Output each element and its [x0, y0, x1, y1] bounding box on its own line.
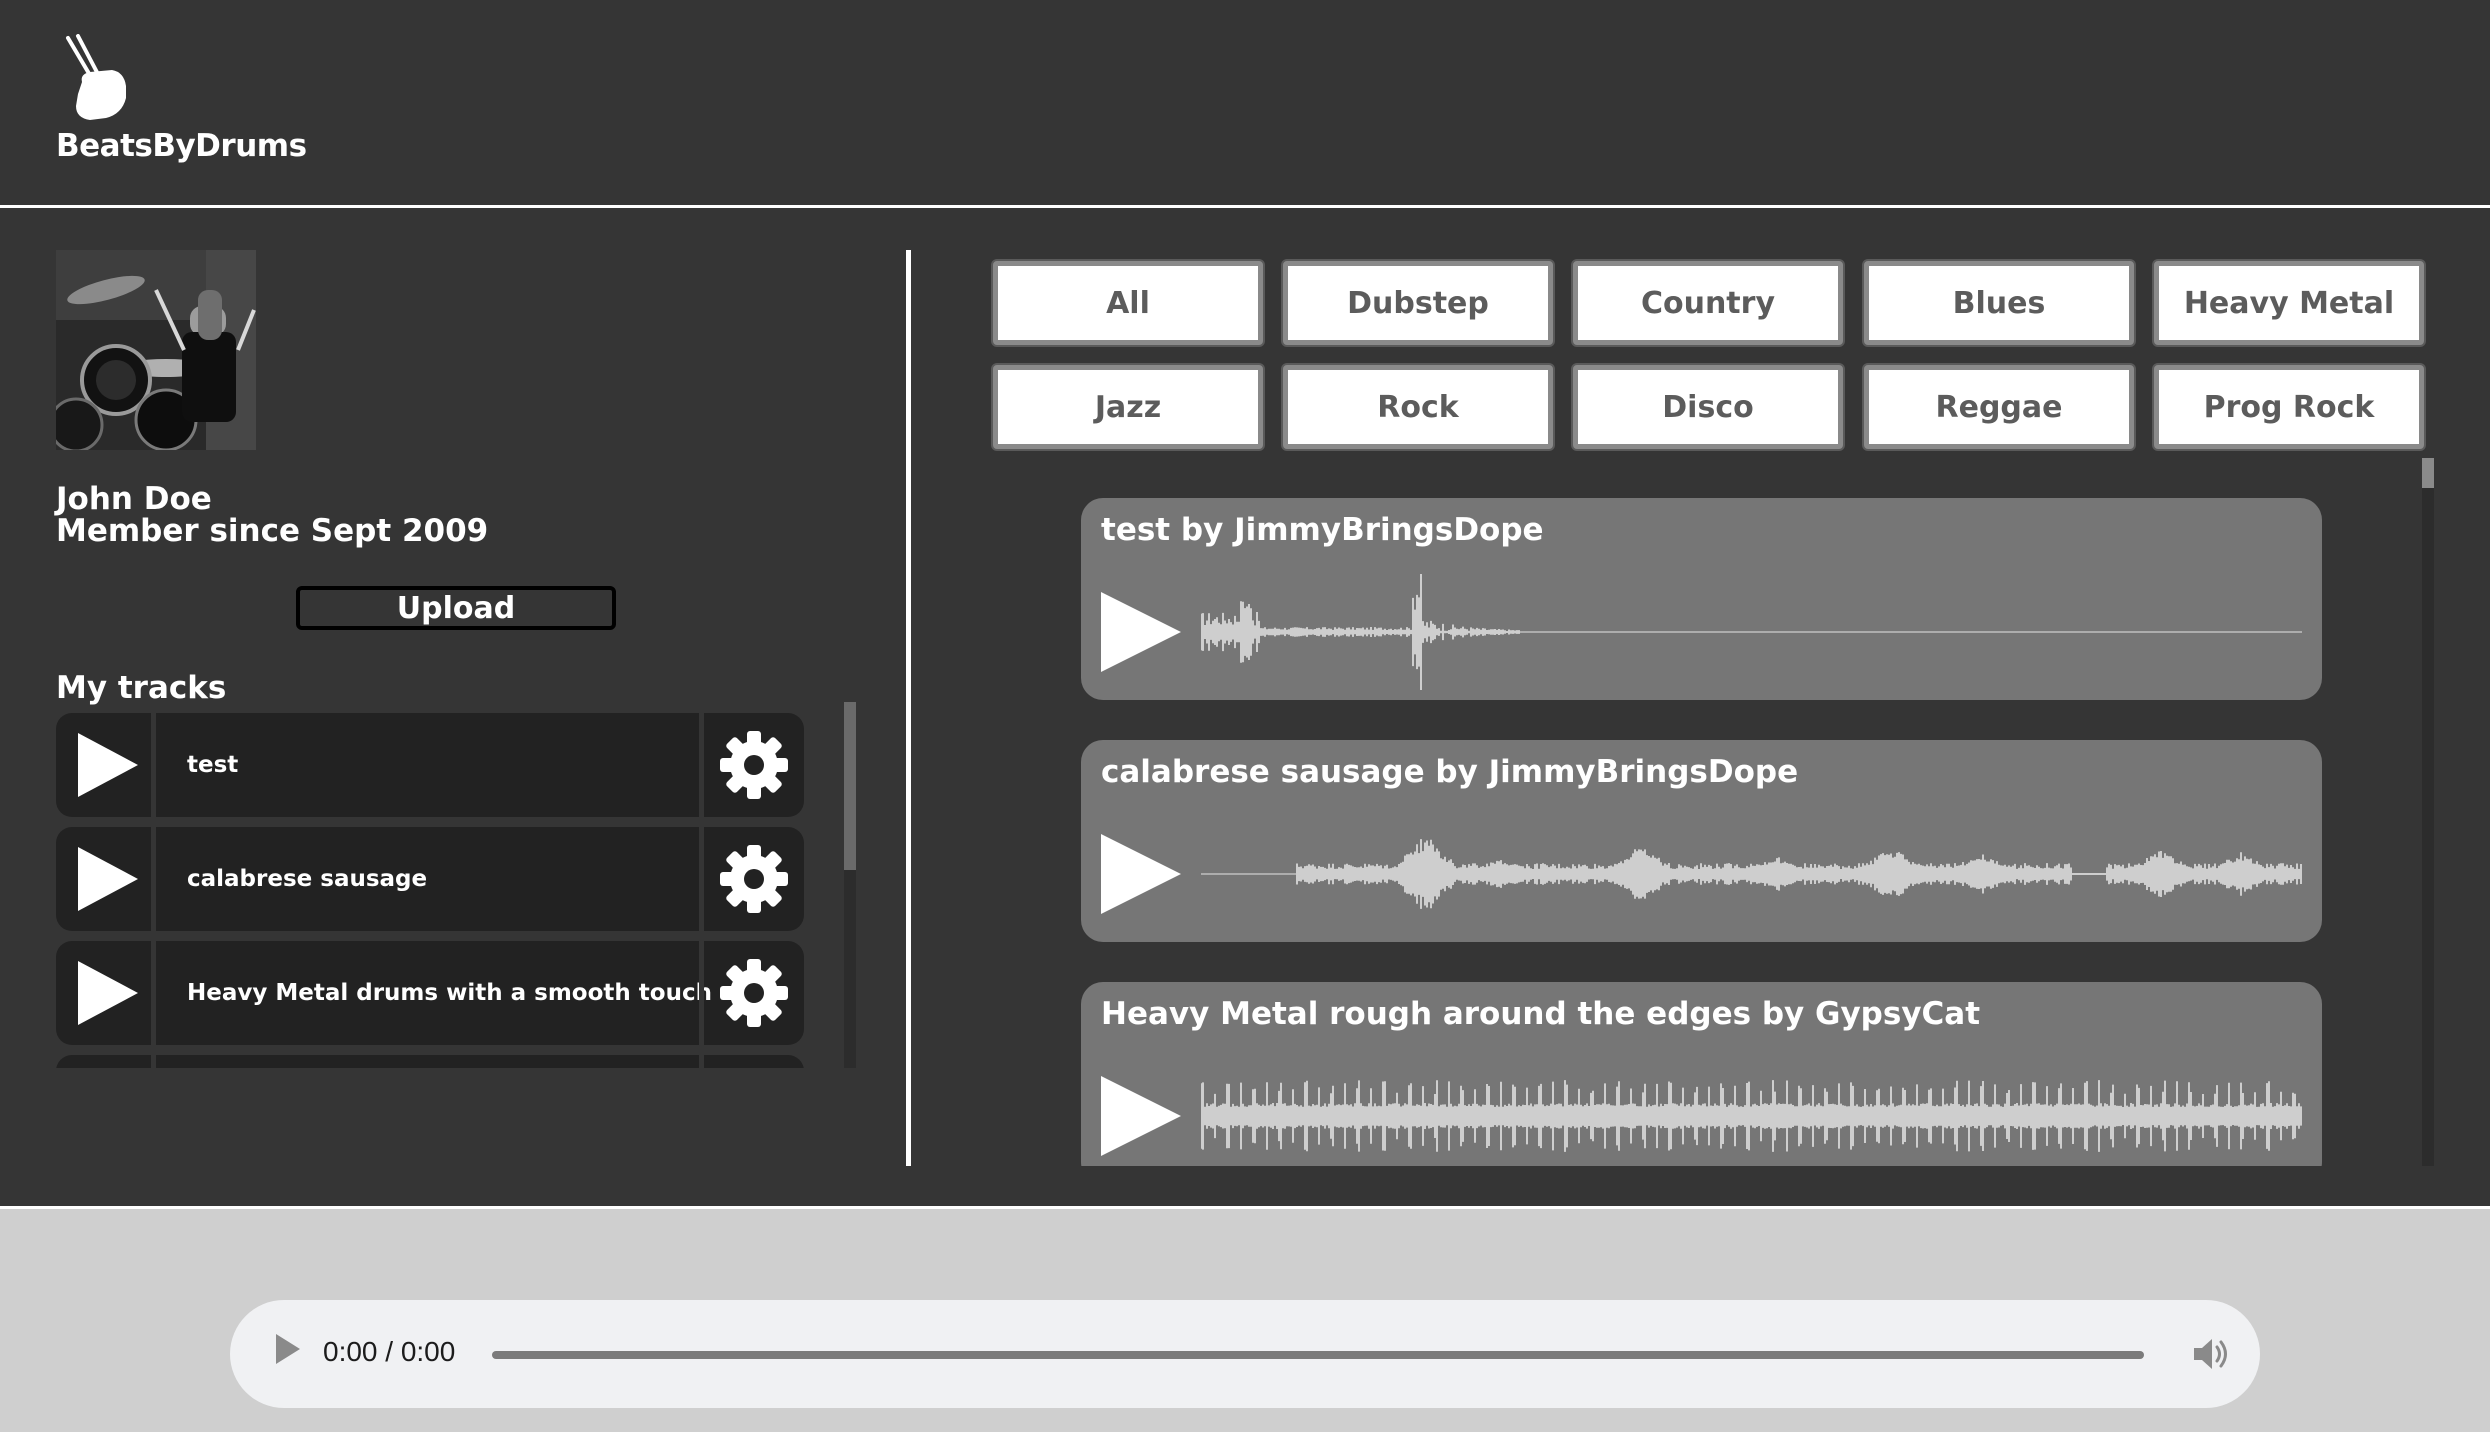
- play-icon: [77, 733, 138, 797]
- player-time: 0:00 / 0:00: [323, 1336, 456, 1367]
- feed-track-title: calabrese sausage by JimmyBringsDope: [1101, 754, 1799, 790]
- avatar: [56, 250, 256, 450]
- upload-button[interactable]: Upload: [296, 586, 616, 630]
- gear-icon: [720, 731, 788, 799]
- track-settings-button[interactable]: [699, 827, 804, 931]
- track-row-partial: [56, 1055, 804, 1068]
- footer-divider: [0, 1206, 2490, 1209]
- feed-card: Heavy Metal rough around the edges by Gy…: [1081, 982, 2322, 1166]
- header: BeatsByDrums: [0, 0, 2490, 205]
- waveform-path: [1201, 839, 2302, 909]
- header-divider: [0, 205, 2490, 208]
- play-icon[interactable]: [1101, 834, 1181, 914]
- feed-track-title: Heavy Metal rough around the edges by Gy…: [1101, 996, 1981, 1032]
- genre-button-country[interactable]: Country: [1573, 261, 1843, 345]
- genre-button-heavy-metal[interactable]: Heavy Metal: [2154, 261, 2424, 345]
- play-icon: [77, 847, 138, 911]
- genre-button-all[interactable]: All: [993, 261, 1263, 345]
- play-icon[interactable]: [1101, 1076, 1181, 1156]
- track-play-button[interactable]: [56, 941, 156, 1045]
- feed-card: test by JimmyBringsDope: [1081, 498, 2322, 700]
- seek-bar[interactable]: [492, 1351, 2144, 1359]
- feed-track-title: test by JimmyBringsDope: [1101, 512, 1544, 548]
- track-play-button[interactable]: [56, 713, 156, 817]
- app: BeatsByDrums John Doe Member since Sept …: [0, 0, 2490, 1432]
- feed-scrollbar-thumb[interactable]: [2422, 458, 2434, 488]
- track-play-button[interactable]: [56, 827, 156, 931]
- waveform-path: [1201, 574, 2302, 690]
- gear-icon: [720, 959, 788, 1027]
- waveform[interactable]: [1201, 816, 2303, 932]
- gear-icon: [720, 845, 788, 913]
- my-tracks-list[interactable]: test calabrese sausage Heavy Metal drums…: [56, 710, 806, 1068]
- feed-scrollbar[interactable]: [2422, 458, 2434, 1166]
- audio-player: 0:00 / 0:00: [230, 1300, 2260, 1408]
- waveform[interactable]: [1201, 1058, 2303, 1166]
- drumsticks-hand-icon: [66, 34, 126, 120]
- drummer-photo: [56, 250, 256, 450]
- track-settings-button[interactable]: [699, 713, 804, 817]
- genre-button-dubstep[interactable]: Dubstep: [1283, 261, 1553, 345]
- track-row: test: [56, 713, 804, 817]
- my-tracks-heading: My tracks: [56, 670, 227, 706]
- genre-button-rock[interactable]: Rock: [1283, 365, 1553, 449]
- track-settings-button[interactable]: [699, 941, 804, 1045]
- track-title: Heavy Metal drums with a smooth touch: [187, 980, 712, 1006]
- genre-button-disco[interactable]: Disco: [1573, 365, 1843, 449]
- genre-button-prog-rock[interactable]: Prog Rock: [2154, 365, 2424, 449]
- tracks-scrollbar[interactable]: [844, 702, 856, 1068]
- track-title: calabrese sausage: [187, 866, 428, 892]
- user-name: John Doe: [56, 481, 212, 517]
- track-title: test: [187, 752, 239, 778]
- panel-divider: [906, 250, 911, 1166]
- brand-name[interactable]: BeatsByDrums: [56, 128, 307, 164]
- tracks-scrollbar-thumb[interactable]: [844, 702, 856, 870]
- waveform[interactable]: [1201, 574, 2303, 690]
- genre-button-reggae[interactable]: Reggae: [1864, 365, 2134, 449]
- track-play-button[interactable]: [56, 1055, 156, 1068]
- track-row: Heavy Metal drums with a smooth touch: [56, 941, 804, 1045]
- genre-button-jazz[interactable]: Jazz: [993, 365, 1263, 449]
- member-since: Member since Sept 2009: [56, 513, 489, 549]
- waveform-path: [1201, 1080, 2302, 1152]
- play-icon[interactable]: [276, 1334, 300, 1364]
- play-icon: [77, 961, 138, 1025]
- track-settings-button[interactable]: [699, 1055, 804, 1068]
- feed-list[interactable]: test by JimmyBringsDope calabrese sausag…: [1081, 490, 2326, 1166]
- volume-icon[interactable]: [2190, 1336, 2230, 1372]
- track-row: calabrese sausage: [56, 827, 804, 931]
- play-icon[interactable]: [1101, 592, 1181, 672]
- feed-card: calabrese sausage by JimmyBringsDope: [1081, 740, 2322, 942]
- genre-button-blues[interactable]: Blues: [1864, 261, 2134, 345]
